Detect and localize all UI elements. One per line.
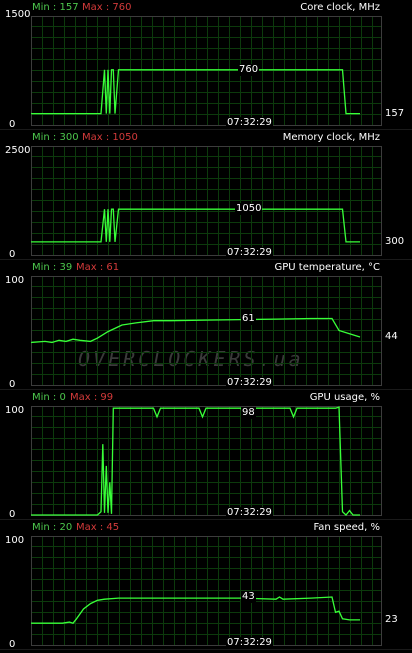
gpu-temperature-c-graph-panel: Min : 39 Max : 61 GPU temperature, °C 100 0 0… bbox=[0, 260, 412, 390]
gpu-temperature-c-grid bbox=[31, 276, 381, 386]
gpu-usage-graph-panel: Min : 0 Max : 99 GPU usage, % 100 0 07:32:29 9… bbox=[0, 390, 412, 520]
core-clock-mhz-current-value: 157 bbox=[384, 107, 406, 120]
memory-clock-mhz-current-value: 300 bbox=[384, 235, 406, 248]
gpu-temperature-c-min-label: Min : 39 bbox=[32, 262, 73, 273]
core-clock-mhz-min-label: Min : 157 bbox=[32, 2, 79, 13]
memory-clock-mhz-axis-top: 2500 bbox=[5, 145, 31, 156]
gpu-temperature-c-peak-value: 61 bbox=[241, 312, 256, 325]
core-clock-mhz-series-line bbox=[31, 69, 360, 115]
gpu-temperature-c-axis-top: 100 bbox=[5, 275, 25, 286]
fan-speed-timestamp: 07:32:29 bbox=[226, 637, 273, 649]
fan-speed-graph-panel: Min : 20 Max : 45 Fan speed, % 100 0 07:32:29… bbox=[0, 520, 412, 650]
gpu-temperature-c-timestamp: 07:32:29 bbox=[226, 377, 273, 389]
core-clock-mhz-max-label: Max : 760 bbox=[82, 2, 132, 13]
fan-speed-axis-bottom: 0 bbox=[9, 639, 16, 650]
core-clock-mhz-timestamp: 07:32:29 bbox=[226, 117, 273, 129]
gpu-usage-plot bbox=[0, 406, 412, 520]
gpu-usage-grid bbox=[31, 406, 381, 516]
gpu-temperature-c-max-label: Max : 61 bbox=[76, 262, 120, 273]
memory-clock-mhz-series-line bbox=[31, 208, 360, 243]
gpu-temperature-c-plot bbox=[0, 276, 412, 390]
fan-speed-title: Fan speed, % bbox=[313, 522, 380, 533]
core-clock-mhz-grid bbox=[31, 16, 381, 126]
fan-speed-min-label: Min : 20 bbox=[32, 522, 73, 533]
memory-clock-mhz-graph-panel: Min : 300 Max : 1050 Memory clock, MHz 2500… bbox=[0, 130, 412, 260]
memory-clock-mhz-plot bbox=[0, 146, 412, 260]
gpu-usage-max-label: Max : 99 bbox=[70, 392, 114, 403]
gpu-usage-peak-value: 98 bbox=[241, 407, 256, 419]
core-clock-mhz-title: Core clock, MHz bbox=[300, 2, 380, 13]
core-clock-mhz-plot bbox=[0, 16, 412, 130]
fan-speed-axis-top: 100 bbox=[5, 535, 25, 546]
core-clock-mhz-axis-top: 1500 bbox=[5, 9, 31, 20]
core-clock-mhz-graph-panel: Min : 157 Max : 760 Core clock, MHz 1500 0 07… bbox=[0, 0, 412, 130]
gpu-temperature-c-current-value: 44 bbox=[384, 331, 399, 344]
gpu-usage-axis-top: 100 bbox=[5, 405, 25, 416]
memory-clock-mhz-title: Memory clock, MHz bbox=[282, 132, 380, 143]
gpu-usage-timestamp: 07:32:29 bbox=[226, 507, 273, 519]
gpu-usage-min-label: Min : 0 bbox=[32, 392, 66, 403]
memory-clock-mhz-min-label: Min : 300 bbox=[32, 132, 79, 143]
fan-speed-max-label: Max : 45 bbox=[76, 522, 120, 533]
fan-speed-current-value: 23 bbox=[384, 613, 399, 626]
memory-clock-mhz-grid bbox=[31, 146, 381, 256]
fan-speed-peak-value: 43 bbox=[241, 591, 256, 604]
gpu-temperature-c-title: GPU temperature, °C bbox=[274, 262, 380, 273]
core-clock-mhz-peak-value: 760 bbox=[238, 63, 260, 76]
fan-speed-grid bbox=[31, 536, 381, 646]
fan-speed-plot bbox=[0, 536, 412, 650]
memory-clock-mhz-timestamp: 07:32:29 bbox=[226, 247, 273, 259]
gpu-usage-series-line bbox=[31, 406, 360, 516]
gpu-usage-title: GPU usage, % bbox=[309, 392, 380, 403]
memory-clock-mhz-peak-value: 1050 bbox=[235, 203, 263, 216]
fan-speed-series-line bbox=[31, 596, 360, 624]
memory-clock-mhz-max-label: Max : 1050 bbox=[82, 132, 138, 143]
